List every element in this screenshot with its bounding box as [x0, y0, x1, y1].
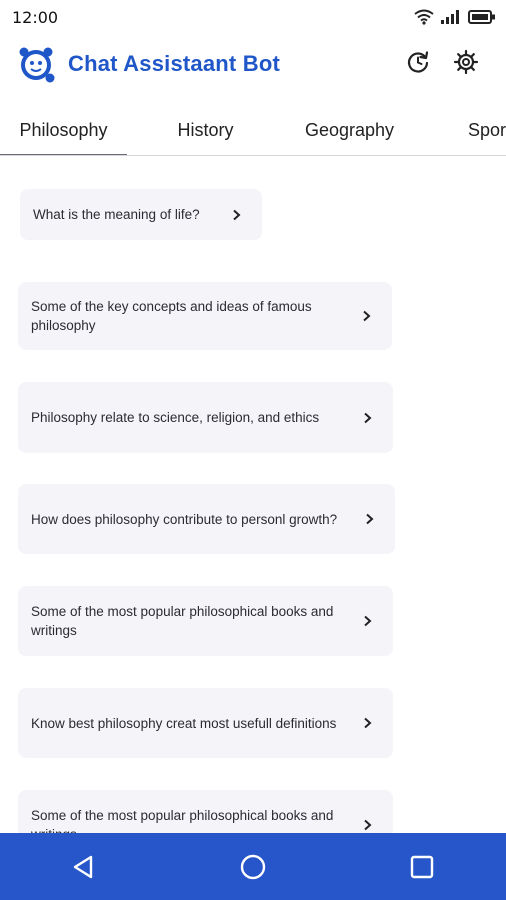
- tab-label: History: [177, 120, 234, 140]
- recents-button[interactable]: [394, 839, 450, 895]
- category-tabs: Philosophy History Geography Spor: [0, 106, 506, 156]
- wifi-icon: [414, 9, 434, 25]
- chevron-right-icon: [361, 818, 375, 832]
- signal-icon: [441, 10, 459, 24]
- status-icons: [414, 9, 496, 25]
- refresh-button[interactable]: [404, 48, 432, 76]
- status-time: 12:00: [12, 7, 59, 27]
- tab-sports[interactable]: Spor: [468, 106, 506, 155]
- tab-history[interactable]: History: [142, 106, 269, 155]
- question-card[interactable]: Philosophy relate to science, religion, …: [18, 382, 393, 453]
- question-card[interactable]: Some of the most popular philosophical b…: [18, 586, 393, 656]
- question-card[interactable]: Know best philosophy creat most usefull …: [18, 688, 393, 758]
- home-button[interactable]: [225, 839, 281, 895]
- question-text: Know best philosophy creat most usefull …: [31, 715, 337, 731]
- app-bar: Chat Assistaant Bot: [0, 34, 506, 94]
- question-text: Philosophy relate to science, religion, …: [31, 410, 320, 425]
- square-recents-icon: [410, 855, 433, 878]
- refresh-icon: [407, 51, 429, 73]
- battery-icon: [468, 10, 495, 24]
- tab-label: Philosophy: [19, 120, 108, 140]
- question-card[interactable]: Some of the most popular philosophical b…: [18, 790, 393, 833]
- tab-label: Geography: [304, 120, 395, 140]
- chevron-right-icon: [363, 512, 377, 526]
- question-card[interactable]: How does philosophy contribute to person…: [18, 484, 395, 554]
- triangle-back-icon: [74, 855, 93, 878]
- chevron-right-icon: [361, 716, 375, 730]
- robot-icon: [14, 42, 58, 86]
- chevron-right-icon: [230, 208, 244, 222]
- question-text: How does philosophy contribute to person…: [31, 511, 338, 527]
- tab-geography[interactable]: Geography: [286, 106, 413, 155]
- questions-list: What is the meaning of life? Some of the…: [0, 157, 506, 833]
- tab-philosophy[interactable]: Philosophy: [0, 106, 127, 155]
- question-text: Some of the key concepts and ideas of fa…: [31, 299, 312, 333]
- settings-button[interactable]: [452, 48, 480, 76]
- back-button[interactable]: [56, 839, 112, 895]
- chevron-right-icon: [360, 309, 374, 323]
- chevron-right-icon: [361, 411, 375, 425]
- chevron-right-icon: [361, 614, 375, 628]
- question-text: Some of the most popular philosophical b…: [31, 808, 334, 833]
- question-card[interactable]: What is the meaning of life?: [20, 189, 262, 240]
- system-nav-bar: [0, 833, 506, 900]
- status-bar: 12:00: [0, 0, 506, 34]
- app-title: Chat Assistaant Bot: [68, 51, 281, 76]
- question-text: Some of the most popular philosophical b…: [31, 604, 334, 638]
- tab-label: Spor: [468, 120, 506, 140]
- question-text: What is the meaning of life?: [33, 207, 200, 222]
- question-card[interactable]: Some of the key concepts and ideas of fa…: [18, 282, 392, 350]
- circle-home-icon: [240, 854, 266, 879]
- app-actions: [404, 48, 480, 76]
- gear-icon: [453, 49, 479, 75]
